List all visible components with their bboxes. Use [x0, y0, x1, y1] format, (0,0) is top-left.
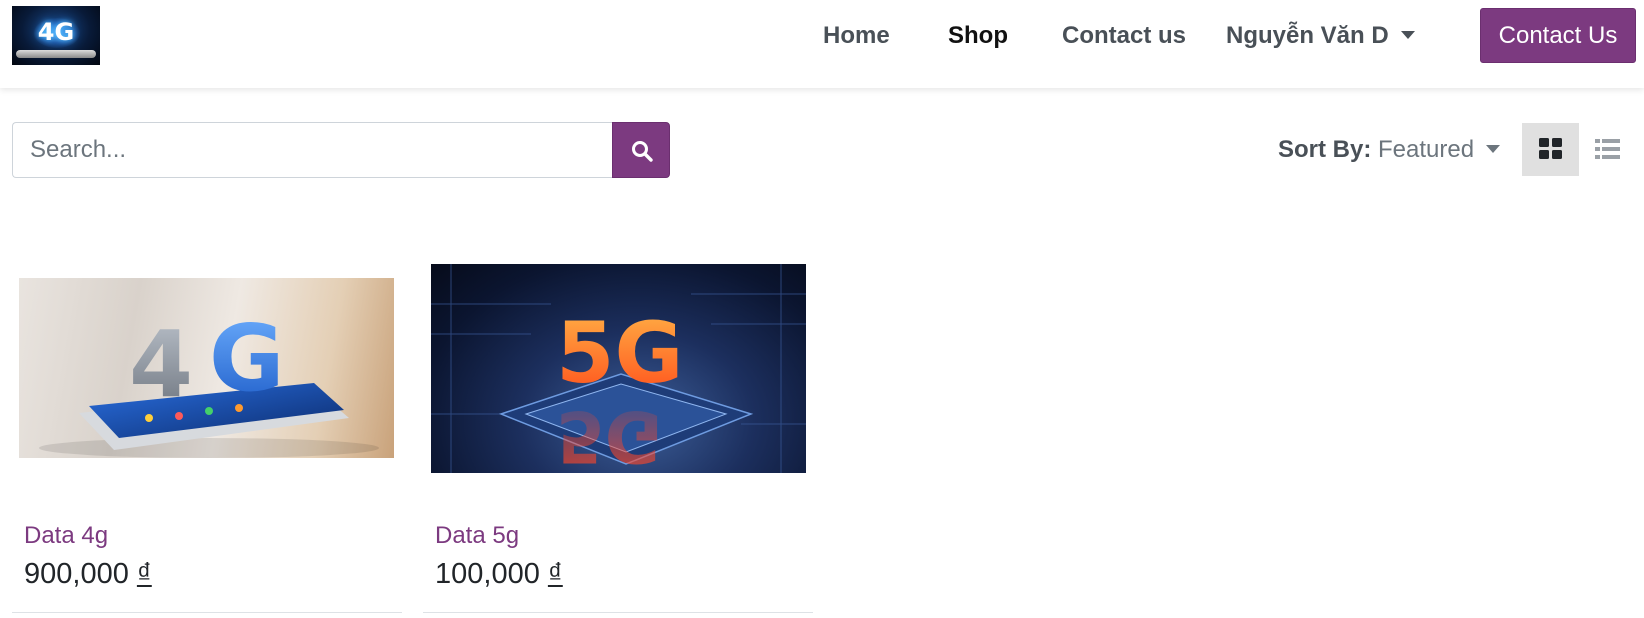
logo-text: 4G: [37, 18, 75, 46]
site-logo[interactable]: 4G: [12, 6, 100, 65]
product-name[interactable]: Data 4g: [24, 522, 108, 550]
grid-view-button[interactable]: [1522, 123, 1579, 176]
list-view-button[interactable]: [1580, 123, 1636, 176]
product-5g-illustration: 5G 5G: [431, 264, 806, 473]
sort-value: Featured: [1378, 136, 1475, 163]
product-image[interactable]: 5G 5G: [431, 264, 806, 473]
chevron-down-icon: [1486, 144, 1501, 153]
nav-contact-us[interactable]: Contact us: [1062, 20, 1186, 52]
contact-us-button[interactable]: Contact Us: [1480, 8, 1636, 63]
price-amount: 100,000: [435, 558, 540, 590]
currency-symbol: ₫: [136, 558, 152, 590]
nav-shop[interactable]: Shop: [948, 20, 1008, 52]
nav-home[interactable]: Home: [823, 20, 890, 52]
image-text-4: 4: [129, 311, 193, 418]
image-text-5g: 5G: [556, 304, 683, 402]
search-input[interactable]: [12, 122, 612, 178]
price-amount: 900,000: [24, 558, 129, 590]
product-card[interactable]: 4 G Data 4g 900,000 ₫: [12, 250, 402, 613]
product-price: 100,000 ₫: [435, 558, 563, 591]
sort-dropdown[interactable]: Sort By: Featured: [1278, 134, 1501, 166]
search-form: [12, 122, 670, 178]
currency-symbol: ₫: [547, 558, 563, 590]
user-name: Nguyễn Văn D: [1226, 22, 1389, 49]
image-text-reflection: 5G: [556, 395, 662, 473]
user-menu-dropdown[interactable]: Nguyễn Văn D: [1226, 20, 1415, 52]
logo-phone-shape: [16, 50, 96, 58]
grid-icon: [1539, 138, 1562, 159]
search-button[interactable]: [612, 122, 670, 178]
product-image[interactable]: 4 G: [19, 278, 394, 458]
chevron-down-icon: [1400, 30, 1415, 39]
sort-label: Sort By:: [1278, 136, 1372, 163]
product-name[interactable]: Data 5g: [435, 522, 519, 550]
list-icon: [1595, 139, 1620, 159]
site-header: 4G Home Shop Contact us Nguyễn Văn D Con…: [0, 0, 1644, 88]
product-card[interactable]: 5G 5G Data 5g 100,000 ₫: [423, 250, 813, 613]
product-price: 900,000 ₫: [24, 558, 152, 591]
image-text-g: G: [209, 305, 285, 412]
search-icon: [632, 141, 653, 162]
product-4g-illustration: 4 G: [39, 305, 379, 458]
